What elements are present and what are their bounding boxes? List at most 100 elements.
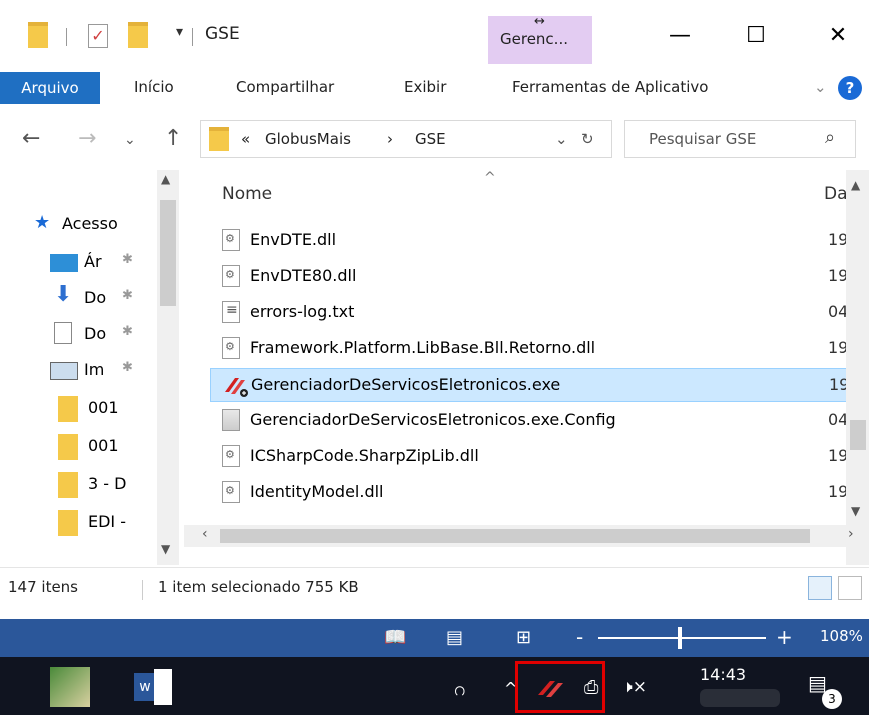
- divider: [192, 28, 193, 46]
- people-icon[interactable]: ဂ: [454, 675, 465, 705]
- refresh-icon[interactable]: ↻: [581, 130, 594, 148]
- maximize-button[interactable]: ☐: [726, 16, 786, 56]
- tray-app-icon[interactable]: [536, 677, 568, 703]
- file-name: ICSharpCode.SharpZipLib.dll: [250, 446, 479, 465]
- file-list-horizontal-thumb[interactable]: [220, 529, 810, 543]
- tab-inicio[interactable]: Início: [134, 78, 174, 96]
- recent-locations-icon[interactable]: ⌄: [124, 132, 136, 148]
- nav-item-folder-3d[interactable]: 3 - D: [0, 466, 160, 502]
- file-name: EnvDTE80.dll: [250, 266, 357, 285]
- nav-item-folder-001[interactable]: 001: [0, 390, 160, 426]
- scroll-down-icon[interactable]: ▼: [161, 542, 170, 556]
- address-bar[interactable]: « GlobusMais › GSE ⌄ ↻: [200, 120, 612, 158]
- breadcrumb-separator-icon: ›: [387, 130, 393, 148]
- file-list: ^ Nome Da EnvDTE.dll 19 EnvDTE80.dll 19 …: [184, 170, 869, 565]
- tab-ferramentas-de-aplicativo[interactable]: Ferramentas de Aplicativo: [512, 78, 708, 96]
- tab-compartilhar[interactable]: Compartilhar: [236, 78, 334, 96]
- folder-icon: [58, 510, 78, 536]
- table-row[interactable]: EnvDTE80.dll 19: [210, 260, 848, 294]
- search-input[interactable]: Pesquisar GSE ⌕: [624, 120, 856, 158]
- window-title: GSE: [205, 24, 240, 44]
- back-arrow-icon[interactable]: ←: [22, 126, 40, 151]
- read-mode-icon[interactable]: 📖: [384, 627, 406, 648]
- table-row-selected[interactable]: GerenciadorDeServicosEletronicos.exe 19: [210, 368, 849, 402]
- nav-scroll-thumb[interactable]: [160, 200, 176, 306]
- nav-item-folder-001b[interactable]: 001: [0, 428, 160, 464]
- quick-access-dropdown-icon[interactable]: ▾: [176, 24, 183, 40]
- zoom-in-button[interactable]: +: [776, 625, 793, 649]
- resize-arrows-icon: ↔: [534, 14, 545, 29]
- zoom-level[interactable]: 108%: [820, 627, 863, 645]
- details-view-icon[interactable]: [808, 576, 832, 600]
- tab-arquivo[interactable]: Arquivo: [0, 72, 100, 104]
- pin-icon[interactable]: ✱: [122, 288, 133, 303]
- scroll-up-icon[interactable]: ▲: [851, 178, 860, 192]
- nav-item-pictures[interactable]: Im ✱: [0, 352, 160, 388]
- download-icon: ⬇: [54, 282, 73, 307]
- properties-check-icon[interactable]: ✓: [88, 24, 108, 48]
- scroll-right-icon[interactable]: ›: [848, 526, 854, 542]
- scroll-left-icon[interactable]: ‹: [202, 526, 208, 542]
- column-header-name[interactable]: Nome: [222, 184, 272, 204]
- breadcrumb-overflow-icon[interactable]: «: [241, 130, 250, 148]
- folder-icon: [58, 472, 78, 498]
- nav-item-folder-edi[interactable]: EDI -: [0, 504, 160, 540]
- table-row[interactable]: EnvDTE.dll 19: [210, 224, 848, 258]
- address-dropdown-icon[interactable]: ⌄: [555, 130, 568, 148]
- nav-item-label: Acesso: [62, 214, 118, 233]
- nav-item-label: Im: [84, 360, 105, 379]
- folder-icon: [58, 396, 78, 422]
- zoom-out-button[interactable]: -: [576, 625, 583, 649]
- table-row[interactable]: IdentityModel.dll 19: [210, 476, 848, 510]
- notification-count-badge: 3: [822, 689, 842, 709]
- breadcrumb-globusmais[interactable]: GlobusMais: [265, 130, 351, 148]
- zoom-slider-thumb[interactable]: [678, 627, 682, 649]
- expand-ribbon-icon[interactable]: ⌄: [814, 78, 827, 96]
- taskbar-app-icon[interactable]: [50, 667, 90, 707]
- large-icons-view-icon[interactable]: [838, 576, 862, 600]
- forward-arrow-icon[interactable]: →: [78, 126, 96, 151]
- new-folder-icon[interactable]: [128, 22, 148, 48]
- column-header-date[interactable]: Da: [824, 184, 848, 204]
- nav-item-desktop[interactable]: Ár ✱: [0, 244, 160, 280]
- pin-icon[interactable]: ✱: [122, 360, 133, 375]
- network-icon[interactable]: ⎙: [584, 677, 598, 698]
- file-name: IdentityModel.dll: [250, 482, 384, 501]
- table-row[interactable]: Framework.Platform.LibBase.Bll.Retorno.d…: [210, 332, 848, 366]
- nav-item-documents[interactable]: Do ✱: [0, 316, 160, 352]
- contextual-tab-label: Gerenc...: [500, 30, 568, 48]
- word-app-icon[interactable]: w: [134, 667, 174, 707]
- pin-icon[interactable]: ✱: [122, 252, 133, 267]
- app-exe-icon: [223, 374, 248, 397]
- up-arrow-icon[interactable]: ↑: [164, 126, 182, 151]
- minimize-button[interactable]: —: [650, 16, 710, 56]
- breadcrumb-gse[interactable]: GSE: [415, 130, 446, 148]
- star-icon: ★: [34, 212, 51, 233]
- dll-file-icon: [222, 481, 240, 503]
- volume-muted-icon[interactable]: 🕨×: [622, 677, 647, 697]
- desktop-icon: [50, 254, 78, 272]
- table-row[interactable]: errors-log.txt 04: [210, 296, 848, 330]
- table-row[interactable]: GerenciadorDeServicosEletronicos.exe.Con…: [210, 404, 848, 438]
- folder-icon[interactable]: [28, 22, 48, 48]
- pin-icon[interactable]: ✱: [122, 324, 133, 339]
- web-layout-icon[interactable]: ⊞: [516, 627, 531, 648]
- nav-item-label: Do: [84, 288, 107, 307]
- contextual-tab-gerenc[interactable]: ↔ Gerenc...: [488, 14, 592, 64]
- scroll-up-icon[interactable]: ▲: [161, 172, 170, 186]
- file-name: EnvDTE.dll: [250, 230, 337, 249]
- clock[interactable]: 14:43: [700, 665, 746, 684]
- file-list-vertical-thumb[interactable]: [850, 420, 866, 450]
- zoom-slider-track[interactable]: [598, 637, 766, 639]
- help-icon[interactable]: ?: [838, 76, 862, 100]
- print-layout-icon[interactable]: ▤: [446, 627, 463, 648]
- item-count: 147 itens: [8, 578, 78, 596]
- nav-item-downloads[interactable]: ⬇ Do ✱: [0, 280, 160, 316]
- dll-file-icon: [222, 265, 240, 287]
- scroll-down-icon[interactable]: ▼: [851, 504, 860, 518]
- nav-item-quick-access[interactable]: ★ Acesso: [0, 206, 160, 242]
- tab-exibir[interactable]: Exibir: [404, 78, 446, 96]
- close-button[interactable]: ✕: [808, 16, 868, 56]
- nav-item-label: 001: [88, 436, 119, 455]
- table-row[interactable]: ICSharpCode.SharpZipLib.dll 19: [210, 440, 848, 474]
